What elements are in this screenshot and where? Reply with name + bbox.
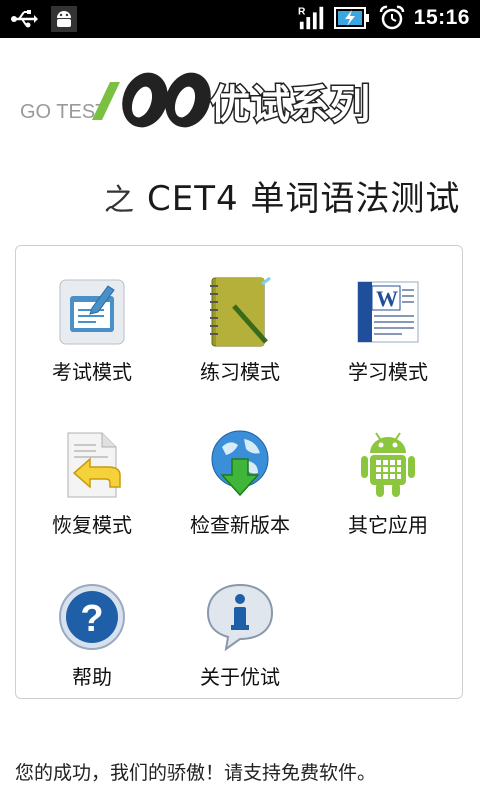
restore-icon: [17, 429, 167, 501]
footer-slogan: 您的成功，我们的骄傲！请支持免费软件。: [15, 762, 377, 784]
menu-item-help[interactable]: ? 帮助: [17, 581, 167, 731]
subtitle-prefix: 之: [104, 183, 135, 218]
header-banner: GO TEST 优试系列 之 CET4 单词语法测试: [0, 38, 480, 219]
notebook-icon: [165, 276, 315, 348]
roaming-indicator: R: [298, 6, 306, 17]
menu-item-label: 其它应用: [348, 513, 428, 537]
series-name: 优试系列: [210, 82, 370, 128]
android-debug-icon: [50, 5, 78, 33]
menu-item-restore-mode[interactable]: 恢复模式: [17, 429, 167, 579]
help-icon: ?: [17, 581, 167, 653]
alarm-icon: [378, 4, 406, 32]
menu-item-label: 帮助: [72, 665, 112, 689]
word-document-icon: W: [313, 276, 463, 348]
menu-item-label: 学习模式: [348, 360, 428, 384]
status-bar: R 15:16: [0, 0, 480, 38]
menu-item-exam-mode[interactable]: 考试模式: [17, 276, 167, 426]
page-title: 之 CET4 单词语法测试: [104, 171, 460, 220]
subtitle-text: CET4 单词语法测试: [147, 179, 461, 219]
menu-item-label: 考试模式: [52, 360, 132, 384]
usb-icon: [10, 5, 38, 33]
menu-item-other-apps[interactable]: 其它应用: [313, 429, 463, 579]
menu-item-practice-mode[interactable]: 练习模式: [165, 276, 315, 426]
svg-text:W: W: [376, 286, 398, 311]
info-icon: [165, 581, 315, 653]
menu-item-label: 关于优试: [200, 665, 280, 689]
app-logo: GO TEST 优试系列: [20, 60, 410, 140]
menu-item-label: 恢复模式: [52, 513, 132, 537]
menu-panel: 考试模式 练习模式 W 学习模式 恢复模式 检查新版本 其它应用 ? 帮助 关于…: [15, 245, 463, 699]
android-icon: [313, 429, 463, 501]
menu-item-about[interactable]: 关于优试: [165, 581, 315, 731]
signal-icon: R: [298, 4, 326, 32]
status-time: 15:16: [413, 6, 470, 29]
battery-charging-icon: [333, 4, 370, 32]
menu-item-label: 练习模式: [200, 360, 280, 384]
exam-icon: [17, 276, 167, 348]
globe-download-icon: [165, 429, 315, 501]
menu-item-study-mode[interactable]: W 学习模式: [313, 276, 463, 426]
svg-text:?: ?: [80, 598, 103, 640]
menu-item-label: 检查新版本: [190, 513, 290, 537]
menu-item-check-update[interactable]: 检查新版本: [165, 429, 315, 579]
